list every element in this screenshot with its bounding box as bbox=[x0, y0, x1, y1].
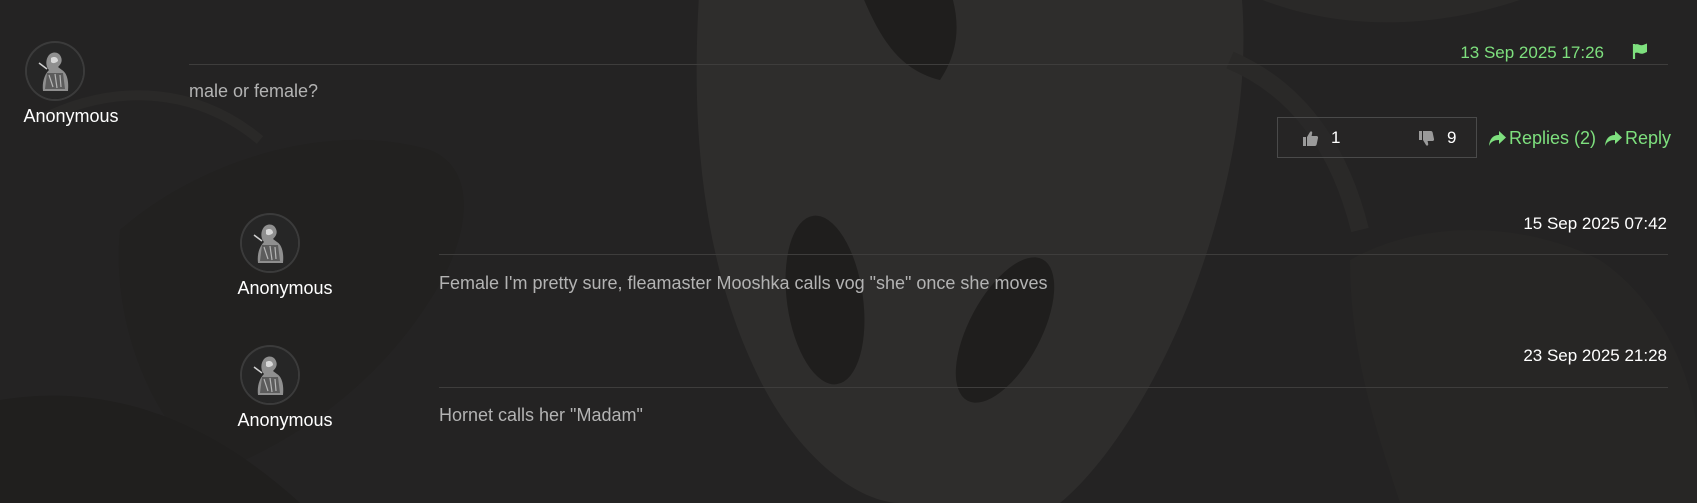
reply-timestamp: 23 Sep 2025 21:28 bbox=[1523, 346, 1667, 365]
comment-header-divider bbox=[189, 64, 1668, 65]
reply-timestamp: 15 Sep 2025 07:42 bbox=[1523, 214, 1667, 233]
replies-label: Replies (2) bbox=[1509, 128, 1597, 148]
comment-author: Anonymous bbox=[23, 106, 119, 126]
reply-avatar[interactable] bbox=[242, 215, 298, 271]
reply-author: Anonymous bbox=[237, 278, 333, 298]
downvote-button[interactable]: 9 bbox=[1418, 128, 1456, 148]
reply-avatar[interactable] bbox=[242, 347, 298, 403]
thumbs-down-icon bbox=[1419, 130, 1435, 146]
replies-toggle-link[interactable]: Replies (2) bbox=[1488, 128, 1596, 149]
upvote-button[interactable]: 1 bbox=[1302, 128, 1340, 148]
share-arrow-icon bbox=[1489, 131, 1506, 146]
reply-label: Reply bbox=[1625, 128, 1672, 148]
reply-body: Female I'm pretty sure, fleamaster Moosh… bbox=[439, 273, 1048, 293]
reply-header-divider bbox=[439, 254, 1668, 255]
reply-link[interactable]: Reply bbox=[1604, 128, 1671, 149]
reply-author: Anonymous bbox=[237, 410, 333, 430]
vote-box: 1 9 bbox=[1277, 117, 1477, 158]
upvote-count: 1 bbox=[1331, 128, 1341, 147]
flag-icon[interactable] bbox=[1631, 42, 1649, 60]
comment-thread: Anonymous 13 Sep 2025 17:26 male or fema… bbox=[0, 0, 1697, 503]
reply-body: Hornet calls her "Madam" bbox=[439, 405, 643, 425]
hooded-knight-avatar-icon bbox=[242, 215, 298, 271]
comment-timestamp: 13 Sep 2025 17:26 bbox=[1460, 43, 1604, 62]
comment-avatar[interactable] bbox=[27, 43, 83, 99]
thumbs-up-icon bbox=[1303, 130, 1319, 146]
reply-header-divider bbox=[439, 387, 1668, 388]
comment-body: male or female? bbox=[189, 81, 319, 101]
downvote-count: 9 bbox=[1447, 128, 1457, 147]
hooded-knight-avatar-icon bbox=[242, 347, 298, 403]
hooded-knight-avatar-icon bbox=[27, 43, 83, 99]
share-arrow-icon bbox=[1605, 131, 1622, 146]
